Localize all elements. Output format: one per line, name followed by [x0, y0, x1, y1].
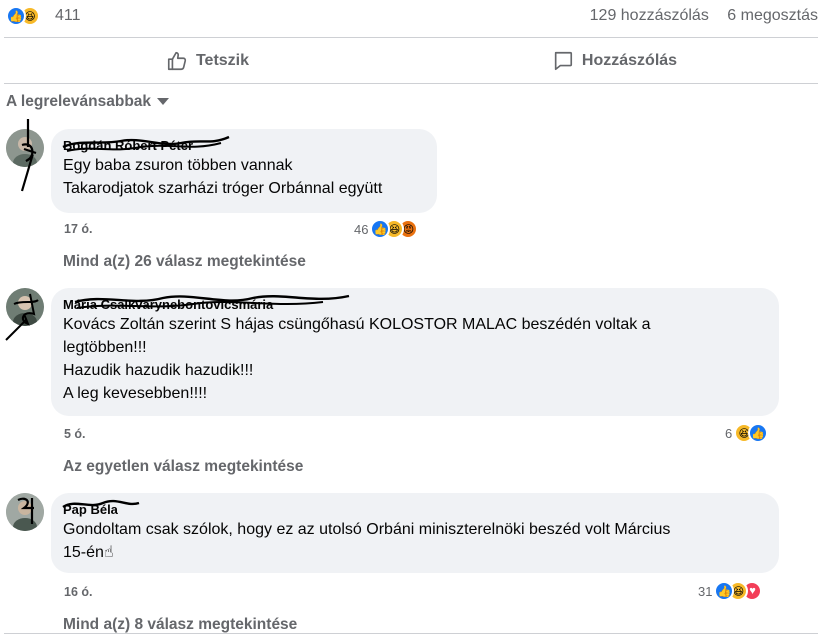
comment-bubble: Pap Béla Gondoltam csak szólok, hogy ez …: [51, 493, 779, 573]
sort-label: A legrelevánsabbak: [6, 93, 152, 110]
avatar[interactable]: [6, 493, 44, 531]
comment-reaction-count: 31: [698, 583, 713, 599]
comment-line: 15-én☝: [63, 544, 114, 561]
comment-line: Kovács Zoltán szerint S hájas csüngőhasú…: [63, 316, 651, 333]
post-reaction-count[interactable]: 411: [55, 7, 81, 25]
like-icon: 👍: [748, 423, 769, 443]
comment-reactions[interactable]: 31 👍 😆 ♥: [698, 581, 763, 601]
comment-reaction-count: 6: [725, 425, 733, 441]
comment-reactions[interactable]: 6 😆 👍: [725, 423, 769, 443]
like-label: Tetszik: [195, 52, 250, 69]
comment-line: legtöbben!!!: [63, 339, 147, 356]
comment-button[interactable]: Hozzászólás: [411, 40, 818, 82]
caret-down-icon: [157, 98, 170, 106]
comment-sort-dropdown[interactable]: A legrelevánsabbak: [6, 93, 170, 111]
comment-text: Gondoltam csak szólok, hogy ez az utolsó…: [63, 518, 767, 564]
view-replies-link[interactable]: Mind a(z) 26 válasz megtekintése: [63, 253, 306, 271]
avatar[interactable]: [6, 288, 44, 326]
like-button[interactable]: Tetszik: [4, 40, 411, 82]
comment-icon: [554, 51, 572, 71]
comment-timestamp[interactable]: 5 ó.: [64, 427, 86, 441]
divider: [4, 633, 818, 634]
comment-text: Kovács Zoltán szerint S hájas csüngőhasú…: [63, 313, 767, 405]
comment-line: Hazudik hazudik hazudik!!!: [63, 362, 254, 379]
avatar[interactable]: [6, 129, 44, 167]
comment-reactions[interactable]: 46 👍 😆 😡: [354, 219, 419, 239]
comment-line: Egy baba zsuron többen vannak: [63, 157, 293, 174]
comment-timestamp[interactable]: 16 ó.: [64, 585, 93, 599]
comments-count-link[interactable]: 129 hozzászólás: [590, 7, 709, 24]
divider: [4, 83, 818, 84]
like-icon: 👍: [6, 6, 26, 26]
view-replies-link[interactable]: Mind a(z) 8 válasz megtekintése: [63, 616, 297, 634]
comment-label: Hozzászólás: [581, 52, 678, 69]
comment-bubble: Bogdán Róbert Péter Egy baba zsuron több…: [51, 129, 437, 213]
comment-line: A leg kevesebben!!!!: [63, 385, 208, 402]
thumbs-up-icon: [167, 51, 187, 71]
comment-line: Takarodjatok szarházi tróger Orbánnal eg…: [63, 180, 383, 197]
comment-timestamp[interactable]: 17 ó.: [64, 222, 93, 236]
comment-line: Gondoltam csak szólok, hogy ez az utolsó…: [63, 521, 671, 538]
comment-author[interactable]: Mária Csalkvarynebontovicsmária: [63, 294, 767, 313]
comment-text: Egy baba zsuron többen vannak Takarodjat…: [63, 154, 425, 200]
comment-author[interactable]: Bogdán Róbert Péter: [62, 135, 425, 154]
post-reaction-icons[interactable]: 👍 😆: [6, 6, 40, 26]
post-stats-bar: 👍 😆 411 129 hozzászólás 6 megosztás: [0, 0, 828, 34]
view-replies-link[interactable]: Az egyetlen válasz megtekintése: [63, 458, 303, 476]
post-action-bar: Tetszik Hozzászólás: [4, 40, 818, 82]
comment-bubble: Mária Csalkvarynebontovicsmária Kovács Z…: [51, 288, 779, 416]
divider: [4, 37, 818, 38]
comment-reaction-count: 46: [354, 221, 369, 237]
comment-author[interactable]: Pap Béla: [62, 499, 767, 518]
shares-count-link[interactable]: 6 megosztás: [727, 7, 818, 24]
